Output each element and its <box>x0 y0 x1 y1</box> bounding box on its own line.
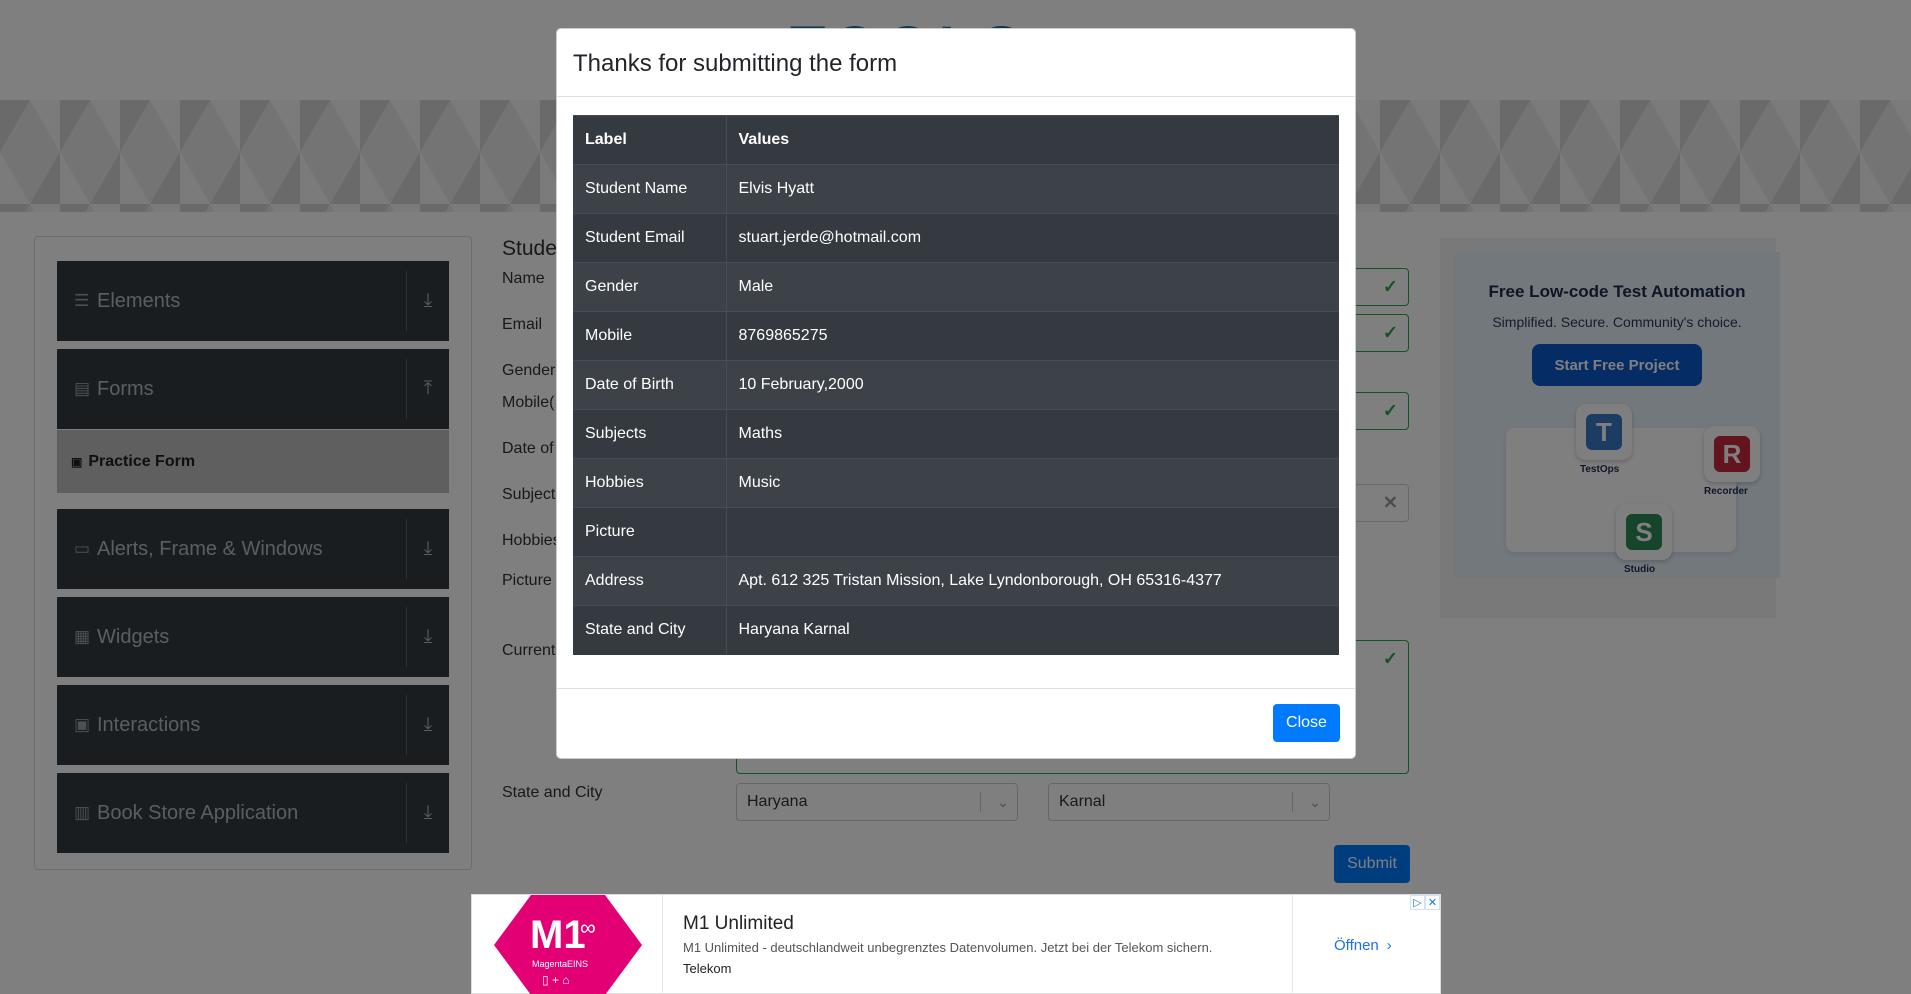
magentaeins-logo: M1 ∞ MagentaEINS ▯ + ⌂ <box>494 895 642 994</box>
row-label: Student Email <box>573 213 727 263</box>
logo-m1: M1 <box>530 913 586 957</box>
ad-description: M1 Unlimited - deutschlandweit unbegrenz… <box>683 940 1213 955</box>
modal-title: Thanks for submitting the form <box>573 50 898 77</box>
row-label: Subjects <box>573 409 727 459</box>
modal-header: Thanks for submitting the form <box>557 29 1355 97</box>
row-label: Address <box>573 556 727 606</box>
column-header-values: Values <box>726 115 1339 165</box>
row-value: Elvis Hyatt <box>726 164 1339 214</box>
infinity-icon: ∞ <box>580 915 596 940</box>
logo-subtext: MagentaEINS <box>532 959 589 969</box>
close-ad-icon[interactable]: ✕ <box>1425 895 1440 910</box>
row-label: Mobile <box>573 311 727 361</box>
table-row: State and City Haryana Karnal <box>573 605 1339 655</box>
chevron-right-icon: › <box>1386 936 1392 954</box>
open-ad-link[interactable]: Öffnen › <box>1334 895 1392 994</box>
open-label: Öffnen <box>1334 936 1379 954</box>
modal-footer: Close <box>557 688 1355 758</box>
row-value <box>726 507 1339 557</box>
ad-brand: Telekom <box>683 961 732 976</box>
row-label: Student Name <box>573 164 727 214</box>
row-label: Hobbies <box>573 458 727 508</box>
table-row: Date of Birth 10 February,2000 <box>573 360 1339 410</box>
table-row: Picture <box>573 507 1339 557</box>
close-button[interactable]: Close <box>1273 704 1340 742</box>
divider <box>662 895 663 994</box>
device-plus-home-icon: ▯ + ⌂ <box>542 973 570 987</box>
row-value: Haryana Karnal <box>726 605 1339 655</box>
table-row: Address Apt. 612 325 Tristan Mission, Lak… <box>573 556 1339 606</box>
table-row: Mobile 8769865275 <box>573 311 1339 361</box>
row-value: 10 February,2000 <box>726 360 1339 410</box>
submission-table: Label Values Student Name Elvis Hyatt Stu… <box>573 115 1339 655</box>
column-header-label: Label <box>573 115 727 165</box>
row-value: stuart.jerde@hotmail.com <box>726 213 1339 263</box>
ad-title[interactable]: M1 Unlimited <box>683 913 794 935</box>
adchoices-icon[interactable]: ▷ <box>1410 895 1425 910</box>
table-header-row: Label Values <box>573 115 1339 165</box>
table-row: Gender Male <box>573 262 1339 312</box>
row-value: Male <box>726 262 1339 312</box>
table-row: Subjects Maths <box>573 409 1339 459</box>
row-label: Gender <box>573 262 727 312</box>
row-value: Music <box>726 458 1339 508</box>
row-label: Picture <box>573 507 727 557</box>
bottom-ad[interactable]: M1 ∞ MagentaEINS ▯ + ⌂ M1 Unlimited M1 U… <box>471 894 1441 994</box>
row-label: Date of Birth <box>573 360 727 410</box>
submission-modal: Thanks for submitting the form Label Val… <box>556 28 1356 759</box>
row-label: State and City <box>573 605 727 655</box>
table-row: Student Email stuart.jerde@hotmail.com <box>573 213 1339 263</box>
divider <box>1292 895 1293 994</box>
row-value: Maths <box>726 409 1339 459</box>
row-value: Apt. 612 325 Tristan Mission, Lake Lyndo… <box>726 556 1339 606</box>
table-row: Student Name Elvis Hyatt <box>573 164 1339 214</box>
row-value: 8769865275 <box>726 311 1339 361</box>
table-row: Hobbies Music <box>573 458 1339 508</box>
